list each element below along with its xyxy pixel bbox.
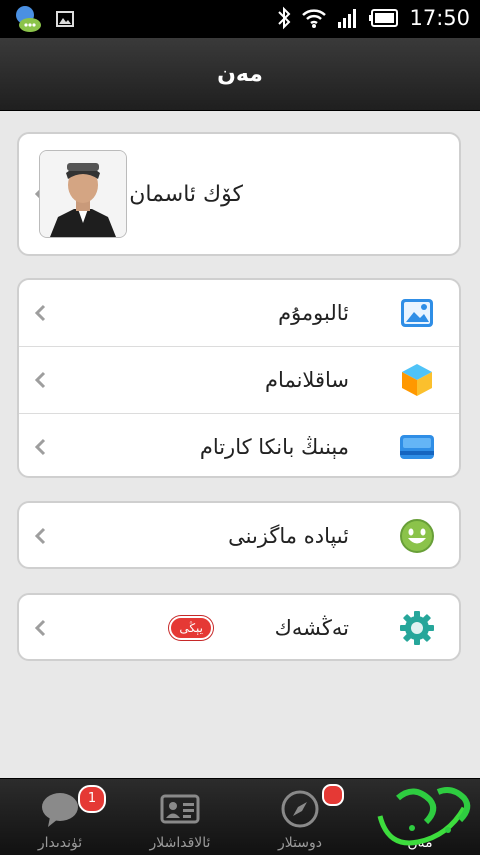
menu-item-settings[interactable]: يېڭى تەڭشەك <box>19 595 459 659</box>
title-bar: مەن <box>0 38 480 111</box>
menu-item-label: تەڭشەك <box>274 616 349 640</box>
tab-contacts[interactable]: ئالاقداشلار <box>120 779 240 855</box>
profile-name: كۆك ئاسمان <box>129 182 243 207</box>
logo-watermark <box>377 787 471 846</box>
status-bar: 17:50 <box>0 0 480 38</box>
menu-item-album[interactable]: ئالبومۇم <box>19 280 459 347</box>
tab-label: ئۈندىدار <box>37 835 83 851</box>
page-title: مەن <box>217 61 263 87</box>
bluetooth-icon <box>278 6 291 30</box>
menu-item-favorites[interactable]: ساقلانمام <box>19 347 459 414</box>
contacts-card-icon <box>160 794 200 824</box>
wifi-icon <box>302 9 327 28</box>
new-badge: يېڭى <box>169 616 213 640</box>
menu-item-label: ساقلانمام <box>265 368 349 392</box>
menu-group-stickers: ئىپادە ماگزىنى <box>17 501 461 569</box>
chevron-left-icon <box>34 438 46 456</box>
compass-icon <box>281 790 319 828</box>
chevron-left-icon <box>34 527 46 545</box>
bank-card-icon <box>400 435 434 459</box>
clock: 17:50 <box>409 6 470 30</box>
favorites-cube-icon <box>402 364 432 396</box>
menu-item-label: ئىپادە ماگزىنى <box>228 524 349 548</box>
avatar-photo <box>40 151 126 237</box>
menu-group-media: ئالبومۇم ساقلانمام مېنىڭ بانكا كارتام <box>17 278 461 478</box>
unread-count-badge: 1 <box>78 785 106 813</box>
menu-item-bank-card[interactable]: مېنىڭ بانكا كارتام <box>19 414 459 476</box>
image-icon <box>56 11 74 27</box>
tab-label: ئالاقداشلار <box>149 835 211 851</box>
battery-icon <box>369 9 399 27</box>
chat-notification-icon <box>16 6 41 32</box>
menu-item-sticker-gallery[interactable]: ئىپادە ماگزىنى <box>19 503 459 567</box>
chevron-left-icon <box>34 304 46 322</box>
menu-item-label: ئالبومۇم <box>278 301 349 325</box>
discover-dot-badge <box>322 784 344 806</box>
settings-gear-icon <box>400 611 434 645</box>
avatar[interactable] <box>39 150 127 238</box>
profile-card[interactable]: كۆك ئاسمان <box>17 132 461 256</box>
tab-chats[interactable]: 1 ئۈندىدار <box>0 779 120 855</box>
signal-icon <box>338 9 357 28</box>
chevron-left-icon <box>34 619 46 637</box>
tab-label: دوستلار <box>277 835 323 851</box>
album-icon <box>401 299 433 327</box>
chat-bubble-icon <box>42 793 78 827</box>
smiley-icon <box>400 519 434 553</box>
menu-group-settings: يېڭى تەڭشەك <box>17 593 461 661</box>
chevron-left-icon <box>34 371 46 389</box>
menu-item-label: مېنىڭ بانكا كارتام <box>199 435 349 459</box>
